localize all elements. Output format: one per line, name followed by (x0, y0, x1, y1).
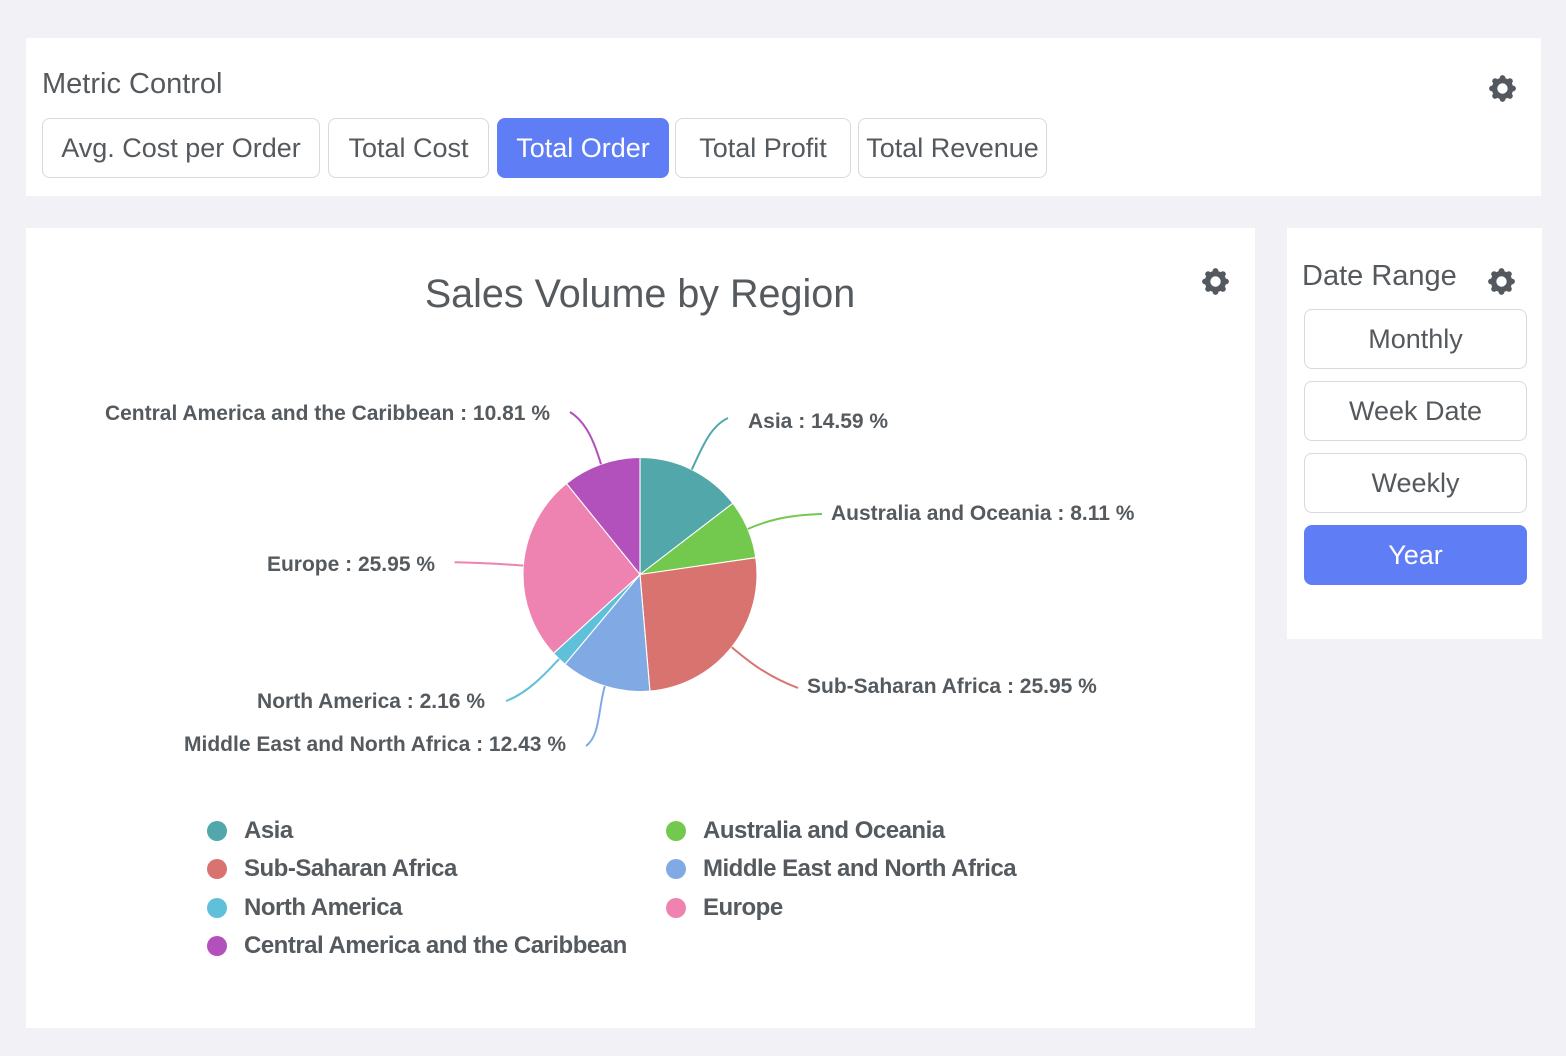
svg-text:North America : 2.16 %: North America : 2.16 % (257, 690, 485, 713)
svg-text:Sales Volume by Region: Sales Volume by Region (425, 272, 855, 316)
svg-text:Central America and the Caribb: Central America and the Caribbean : 10.8… (105, 402, 550, 425)
svg-text:Asia : 14.59 %: Asia : 14.59 % (748, 410, 888, 433)
svg-text:Australia and Oceania : 8.11 %: Australia and Oceania : 8.11 % (831, 502, 1135, 525)
svg-text:Sub-Saharan Africa : 25.95 %: Sub-Saharan Africa : 25.95 % (807, 675, 1097, 698)
svg-text:Europe : 25.95 %: Europe : 25.95 % (267, 553, 435, 576)
svg-text:Middle East and North Africa :: Middle East and North Africa : 12.43 % (184, 733, 566, 756)
